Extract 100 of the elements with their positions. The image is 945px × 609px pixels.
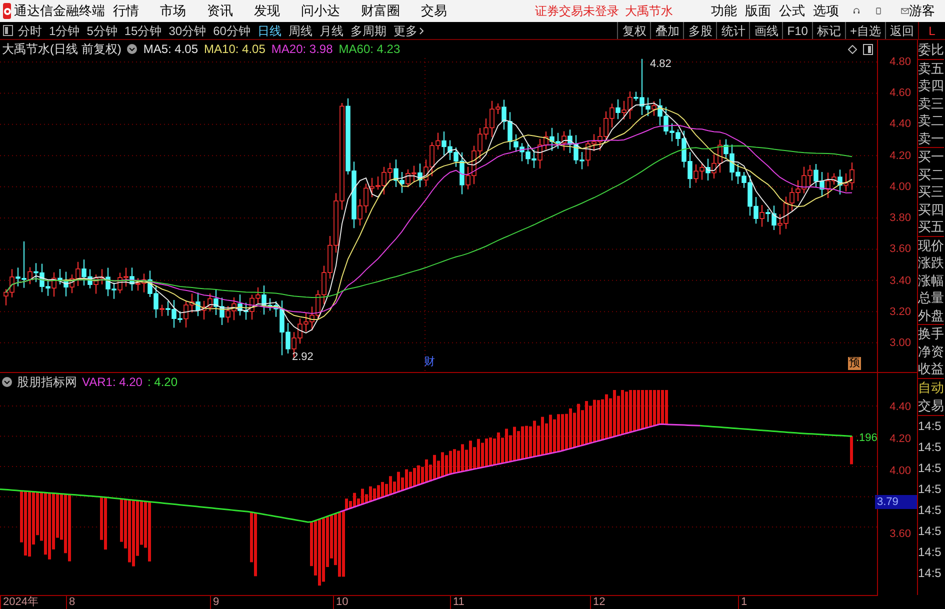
indicator-title: 股朋指标网 [17,374,77,390]
price-tick: 3.40 [890,274,911,288]
indicator-tick: 4.00 [888,464,912,478]
price-tick: 4.20 [890,148,911,163]
trade-time: 14:5 [918,502,942,518]
date-label: 9 [210,596,333,609]
trade-time: 14:5 [918,564,942,582]
price-tick: 4.40 [890,117,911,132]
ma-legend: MA10: 4.05 [204,40,266,58]
logo-icon [3,3,11,19]
toolbar-button[interactable]: 多股 [683,22,716,39]
period-tab[interactable]: 5分钟 [86,22,118,40]
period-tab[interactable]: 15分钟 [124,22,162,40]
indicator-bar [850,436,853,464]
indicator-end-label: .196 [856,431,878,446]
indicator-tick: 4.20 [888,432,912,446]
toolbar-button[interactable]: 返回 [885,22,918,39]
period-tab[interactable]: 周线 [288,22,312,40]
price-tick: 4.00 [890,180,911,194]
date-label: 2024年 [0,596,66,609]
indicator-legend: : 4.20 [147,372,178,390]
corner-label: L [918,22,945,39]
menu-item[interactable]: 行情 [113,1,139,21]
quote-label: 买二 [918,166,944,183]
period-tab[interactable]: 日线 [257,22,282,40]
quote-label: 涨跌 [918,254,944,272]
quote-label: 买三 [918,183,944,200]
menu-item[interactable]: 功能 [711,1,737,21]
trade-time: 14:5 [918,522,942,540]
trade-time: 14:5 [918,480,942,498]
quote-label: 现价 [918,236,944,254]
date-label: 11 [450,596,590,609]
toolbar-button[interactable]: 标记 [812,22,845,39]
quote-label: 委比 [918,41,944,60]
period-tab[interactable]: 1分钟 [49,22,80,40]
auto-trade-label[interactable]: 自动 [918,378,944,396]
menu-item[interactable]: 财富圈 [361,1,400,21]
quote-label: 净资 [918,342,944,360]
period-tab[interactable]: 分时 [18,22,42,40]
period-tab[interactable]: 30分钟 [168,22,206,40]
stock-name: 大禹节水 [625,3,673,20]
quote-label: 卖二 [918,112,944,130]
more-button[interactable]: 更多 [393,22,424,40]
date-label: 8 [66,596,210,609]
quote-label: 卖一 [918,130,944,148]
panel-toggle-icon[interactable] [3,25,13,36]
ma-legend: MA20: 3.98 [271,40,333,58]
quote-label: 涨幅 [918,272,944,289]
menu-item[interactable]: 交易 [421,1,447,21]
low-price-label: 2.92 [292,350,314,365]
trade-header: 交易 [918,396,944,416]
price-tick: 3.60 [890,242,911,256]
quote-label: 买四 [918,200,944,218]
forecast-marker[interactable]: 预 [848,357,861,370]
mail-icon[interactable] [901,5,909,17]
date-label: 1 [738,596,778,609]
chevron-icon [419,26,424,34]
trade-time: 14:5 [918,438,942,456]
indicator-tick: 4.40 [888,400,912,414]
high-price-label: 4.82 [650,57,672,72]
panel-toggle-icon[interactable] [863,44,873,54]
toolbar-button[interactable]: F10 [782,22,812,39]
menu-item[interactable]: 资讯 [207,1,233,21]
diamond-icon[interactable] [848,44,857,54]
period-tab[interactable]: 月线 [319,22,344,40]
period-tab[interactable]: 60分钟 [213,22,250,40]
menu-item[interactable]: 版面 [745,1,771,21]
quote-label: 换手 [918,325,944,342]
period-tab[interactable]: 多周期 [350,22,386,40]
toolbar-button[interactable]: +自选 [844,22,885,39]
finance-marker[interactable]: 财 [424,356,435,369]
ma-legend: MA5: 4.05 [143,40,198,58]
indicator-tick: 3.60 [888,527,912,541]
price-tick: 4.60 [890,86,911,100]
price-tick: 3.00 [890,336,911,350]
menu-item[interactable]: 问小达 [301,1,340,21]
toolbar-button[interactable]: 叠加 [650,22,684,39]
price-tick: 3.20 [890,304,911,319]
indicator-legend: VAR1: 4.20 [82,372,142,390]
menu-item[interactable]: 公式 [779,1,805,21]
indicator-tick: 3.79 [875,495,917,510]
quote-label: 买一 [918,148,944,166]
date-label: 12 [590,596,738,609]
quote-label: 买五 [918,218,944,236]
dropdown-icon[interactable] [127,44,138,54]
dropdown-icon[interactable] [2,376,12,386]
login-status: 证券交易未登录 [535,3,619,20]
quote-label: 总量 [918,289,944,306]
toolbar-button[interactable]: 复权 [617,22,650,39]
menu-item[interactable]: 发现 [254,1,280,21]
menu-item[interactable]: 市场 [160,1,186,21]
date-label: 10 [333,596,450,609]
quote-label: 卖三 [918,94,944,112]
menu-item[interactable]: 选项 [813,1,839,21]
user-label[interactable]: 游客 [909,1,935,21]
quote-label: 外盘 [918,306,944,325]
app-title: 通达信金融终端 [14,2,105,20]
toolbar-button[interactable]: 统计 [716,22,750,39]
toolbar-button[interactable]: 画线 [749,22,782,39]
ma-legend: MA60: 4.23 [338,40,400,58]
